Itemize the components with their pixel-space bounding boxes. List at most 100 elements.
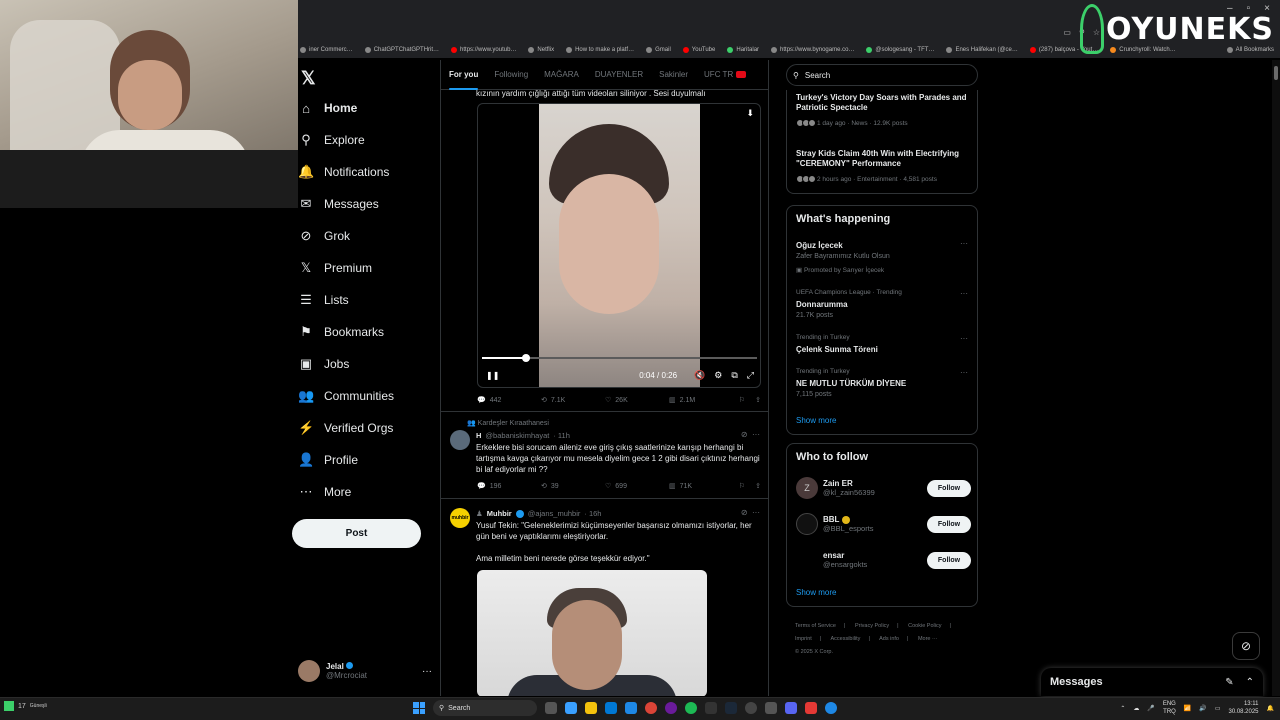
messages-drawer[interactable]: Messages ✎ ⌃ xyxy=(1041,668,1263,696)
app-icon[interactable] xyxy=(805,702,817,714)
windows-start-icon[interactable] xyxy=(413,702,425,714)
nav-lists[interactable]: ☰ Lists xyxy=(298,286,349,314)
terminal-icon[interactable] xyxy=(705,702,717,714)
nav-more[interactable]: ⋯ More xyxy=(298,478,352,506)
reply-button[interactable]: 💬 442 xyxy=(477,396,541,405)
compose-message-icon[interactable]: ✎ xyxy=(1225,677,1233,688)
post-button[interactable]: Post xyxy=(292,519,421,548)
app-icon[interactable] xyxy=(665,702,677,714)
more-dots-icon[interactable]: ··· xyxy=(960,368,968,377)
more-dots-icon[interactable]: ··· xyxy=(752,508,760,517)
mute-icon[interactable]: 🔇 xyxy=(694,370,705,381)
bookmark-icon[interactable]: ⚐ xyxy=(739,482,745,490)
tab-magara[interactable]: MAĞARA xyxy=(536,60,587,90)
like-button[interactable]: ♡ 699 xyxy=(605,482,669,491)
views-button[interactable]: ▥ 71K xyxy=(669,482,733,491)
more-dots-icon[interactable]: ··· xyxy=(960,334,968,343)
tab-ufc-tr[interactable]: UFC TR xyxy=(696,60,754,90)
follow-suggestion[interactable]: BBL @BBL_esports Follow xyxy=(796,511,971,537)
repost-button[interactable]: ⟲ 39 xyxy=(541,482,605,491)
video-progress-handle[interactable] xyxy=(522,354,530,362)
bookmark-icon[interactable]: ⚐ xyxy=(739,396,745,404)
trend-name[interactable]: Oğuz İçecek xyxy=(796,241,843,250)
nav-explore[interactable]: ⚲ Explore xyxy=(298,126,364,154)
follow-button[interactable]: Follow xyxy=(927,479,971,497)
file-explorer-icon[interactable] xyxy=(585,702,597,714)
share-icon[interactable]: ⇪ xyxy=(755,396,761,404)
download-icon[interactable]: ⬇ xyxy=(746,108,754,119)
search-input[interactable]: ⚲ Search xyxy=(786,64,978,86)
obs-icon[interactable] xyxy=(745,702,757,714)
app-icon[interactable] xyxy=(825,702,837,714)
tweet-menu[interactable]: ⊘ ··· xyxy=(741,508,760,517)
chevron-up-icon[interactable]: ⌃ xyxy=(1120,705,1125,712)
like-button[interactable]: ♡ 26K xyxy=(605,396,669,405)
pip-icon[interactable]: ⧉ xyxy=(731,370,737,381)
nav-grok[interactable]: ⊘ Grok xyxy=(298,222,350,250)
cast-icon[interactable]: ▭ xyxy=(1063,28,1071,37)
bookmark-item[interactable]: YouTube xyxy=(682,47,715,53)
tab-following[interactable]: Following xyxy=(486,60,536,90)
video-player[interactable]: ⬇ ❚❚ 0:04 / 0:26 🔇 ⚙ ⧉ ⤢ xyxy=(477,103,761,388)
author-name[interactable]: H xyxy=(476,431,481,440)
app-icon[interactable] xyxy=(765,702,777,714)
widgets-icon[interactable] xyxy=(565,702,577,714)
nav-verified-orgs[interactable]: ⚡ Verified Orgs xyxy=(298,414,393,442)
news-title[interactable]: Stray Kids Claim 40th Win with Electrify… xyxy=(796,149,971,169)
edge-icon[interactable] xyxy=(625,702,637,714)
chrome-icon[interactable] xyxy=(645,702,657,714)
author-handle[interactable]: @ajans_muhbir xyxy=(528,509,581,518)
bookmark-item[interactable]: Netflix xyxy=(528,47,554,53)
task-view-icon[interactable] xyxy=(545,702,557,714)
author-name[interactable]: Muhbir xyxy=(487,509,512,518)
page-scrollbar[interactable] xyxy=(1272,60,1280,696)
footer-link[interactable]: Cookie Policy xyxy=(908,623,941,629)
video-progress-bar[interactable] xyxy=(482,354,757,362)
more-dots-icon[interactable]: ··· xyxy=(422,666,432,677)
tab-sakinler[interactable]: Sakinler xyxy=(651,60,696,90)
tweet-image[interactable] xyxy=(477,570,707,696)
follow-button[interactable]: Follow xyxy=(927,551,971,569)
trend-name[interactable]: Çelenk Sunma Töreni xyxy=(796,345,878,354)
pause-icon[interactable]: ❚❚ xyxy=(486,371,499,380)
tweet[interactable]: 👥 Kardeşler Kıraathanesi H @babaniskimha… xyxy=(441,411,768,498)
settings-gear-icon[interactable]: ⚙ xyxy=(714,370,722,381)
x-logo-icon[interactable]: 𝕏 xyxy=(301,68,316,89)
grok-icon[interactable]: ⊘ xyxy=(741,508,748,517)
show-more-link[interactable]: Show more xyxy=(796,416,836,425)
tab-duayenler[interactable]: DUAYENLER xyxy=(587,60,651,90)
tweet-time[interactable]: · 16h xyxy=(584,509,601,518)
bookmark-item[interactable]: Gmail xyxy=(646,47,671,53)
tab-for-you[interactable]: For you xyxy=(441,60,486,90)
more-dots-icon[interactable]: ··· xyxy=(960,289,968,298)
avatar[interactable] xyxy=(450,430,470,450)
taskbar-search[interactable]: ⚲ Search xyxy=(433,700,537,716)
tray-app-icon[interactable]: ☁ xyxy=(1133,705,1139,712)
follow-suggestion[interactable]: ensar @ensargokts Follow xyxy=(796,547,971,573)
scrollbar-thumb[interactable] xyxy=(1274,66,1278,80)
nav-home[interactable]: ⌂ Home xyxy=(298,94,357,122)
bookmark-item[interactable]: ChatGPTChatGPTHrit… xyxy=(364,47,439,53)
nav-jobs[interactable]: ▣ Jobs xyxy=(298,350,350,378)
tweet-time[interactable]: · 11h xyxy=(553,431,570,440)
news-title[interactable]: Turkey's Victory Day Soars with Parades … xyxy=(796,93,971,113)
repost-button[interactable]: ⟲ 7.1K xyxy=(541,396,605,405)
notification-bell-icon[interactable]: 🔔 xyxy=(1267,705,1274,712)
bookmark-item[interactable]: Haritalar xyxy=(727,47,759,53)
bookmark-item[interactable]: https://www.bynogame.co… xyxy=(771,47,854,53)
show-more-link[interactable]: Show more xyxy=(796,588,836,597)
mic-icon[interactable]: 🎤 xyxy=(1147,705,1154,712)
author-handle[interactable]: @babaniskimhayat xyxy=(485,431,549,440)
bookmark-item[interactable]: Enes Halifekan (@ce… xyxy=(946,47,1018,53)
nav-messages[interactable]: ✉ Messages xyxy=(298,190,379,218)
bookmark-item[interactable]: iner Commerc… xyxy=(300,47,353,53)
footer-link[interactable]: Privacy Policy xyxy=(855,623,889,629)
account-switcher[interactable]: Jelal @Mrcrociat ··· xyxy=(298,656,432,686)
bookmark-item[interactable]: https://www.youtub… xyxy=(451,47,516,53)
footer-link[interactable]: Terms of Service xyxy=(795,623,836,629)
trend-name[interactable]: Donnarumma xyxy=(796,300,848,309)
bookmark-item[interactable]: How to make a platf… xyxy=(566,47,634,53)
spotify-icon[interactable] xyxy=(685,702,697,714)
footer-link[interactable]: Ads info xyxy=(879,636,899,642)
steam-icon[interactable] xyxy=(725,702,737,714)
